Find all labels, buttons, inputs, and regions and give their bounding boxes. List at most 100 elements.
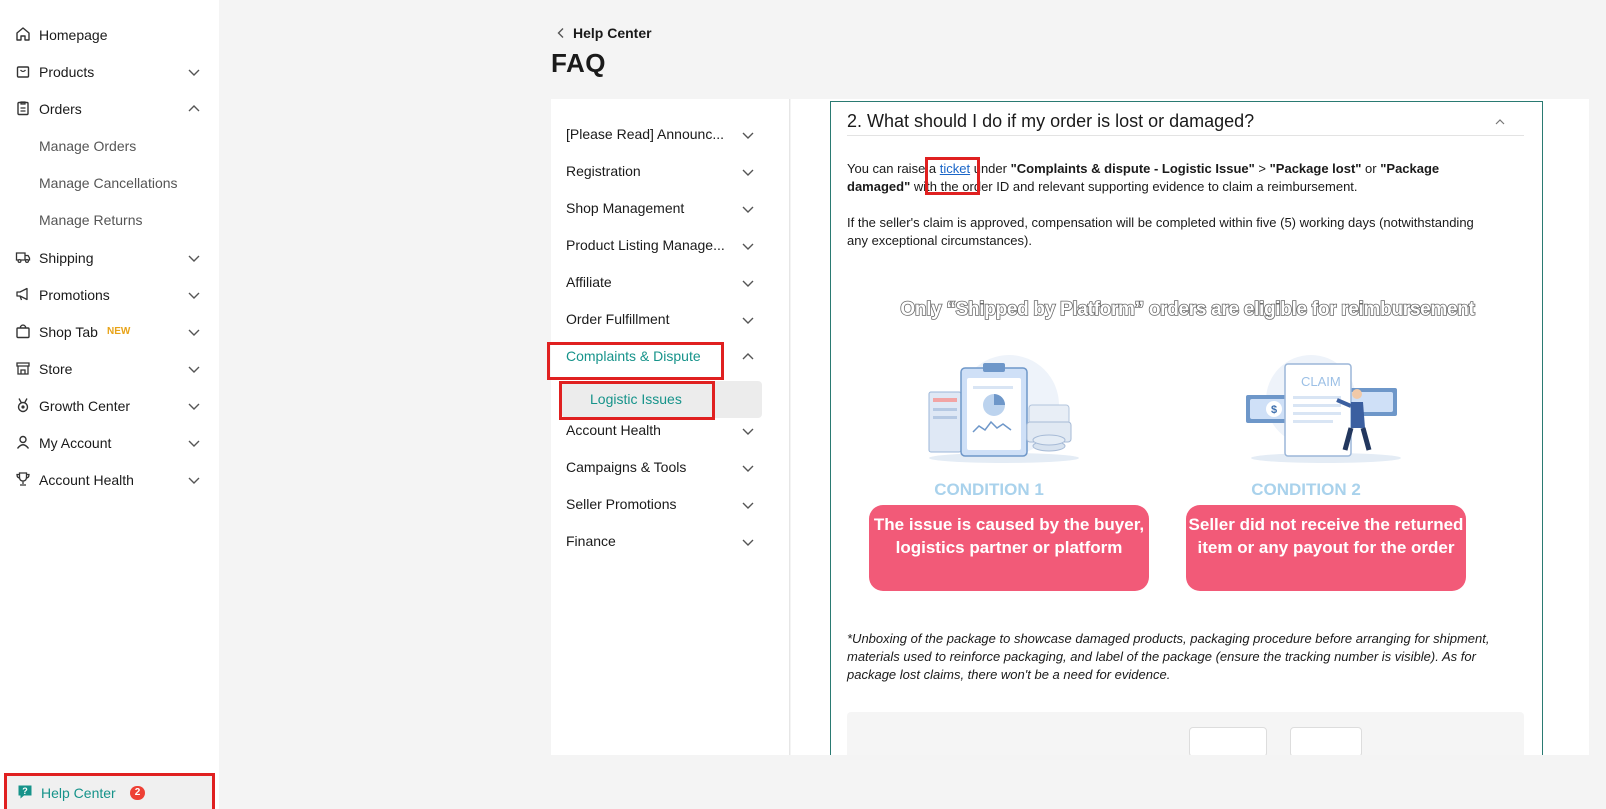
nav-growth-center[interactable]: Growth Center — [0, 387, 219, 424]
chevron-down-icon — [742, 206, 754, 213]
faq-category-finance[interactable]: Finance — [551, 523, 790, 560]
faq-category-label: Registration — [566, 163, 641, 179]
text: under — [970, 161, 1011, 176]
home-icon — [16, 27, 30, 41]
faq-category-label: Seller Promotions — [566, 496, 677, 512]
chevron-down-icon — [742, 539, 754, 546]
chevron-down-icon — [188, 403, 200, 410]
notification-badge: 2 — [130, 786, 145, 800]
nav-shop-tab[interactable]: Shop Tab NEW — [0, 313, 219, 350]
chevron-down-icon — [742, 132, 754, 139]
chevron-left-icon — [557, 28, 564, 38]
nav-homepage[interactable]: Homepage — [0, 16, 219, 53]
nav-promotions[interactable]: Promotions — [0, 276, 219, 313]
faq-category-product-listing[interactable]: Product Listing Manage... — [551, 227, 790, 264]
nav-label: Orders — [39, 100, 82, 117]
bold-text: "Complaints & dispute - Logistic Issue" — [1010, 161, 1255, 176]
store-icon — [16, 362, 30, 375]
nav-label: Growth Center — [39, 397, 131, 414]
nav-label: Homepage — [39, 26, 108, 43]
chevron-down-icon — [188, 440, 200, 447]
faq-category-label: Finance — [566, 533, 616, 549]
faq-category-order-fulfillment[interactable]: Order Fulfillment — [551, 301, 790, 338]
chevron-down-icon — [188, 255, 200, 262]
faq-subcategory-logistic-issues[interactable]: Logistic Issues — [562, 381, 762, 418]
faq-category-campaigns-tools[interactable]: Campaigns & Tools — [551, 449, 790, 486]
nav-account-health[interactable]: Account Health — [0, 461, 219, 498]
answer-paragraph-2: If the seller's claim is approved, compe… — [847, 215, 1474, 248]
not-helpful-button[interactable] — [1290, 727, 1362, 755]
chevron-down-icon — [188, 477, 200, 484]
user-icon — [16, 435, 30, 449]
faq-category-label: Account Health — [566, 422, 661, 438]
sidebar: Homepage Products Orders Manage Orders M… — [0, 0, 219, 809]
megaphone-icon — [16, 287, 28, 301]
answer-paragraph-1: You can raise a ticket under "Complaints… — [847, 160, 1497, 196]
faq-subcategory-label: Logistic Issues — [590, 391, 682, 407]
helpful-button[interactable] — [1189, 727, 1267, 755]
svg-text:?: ? — [22, 786, 28, 796]
condition-2-box: Seller did not receive the returned item… — [1186, 505, 1466, 591]
chevron-down-icon — [742, 169, 754, 176]
nav-manage-cancellations[interactable]: Manage Cancellations — [0, 165, 219, 202]
clipboard-icon — [17, 101, 29, 116]
nav-manage-returns[interactable]: Manage Returns — [0, 202, 219, 239]
claim-label: CLAIM — [1301, 374, 1341, 389]
back-link-label: Help Center — [573, 25, 652, 41]
help-center-button[interactable]: ? Help Center 2 — [4, 773, 215, 809]
shop-bag-icon — [16, 324, 30, 339]
nav-label: Promotions — [39, 286, 110, 303]
condition-1-box: The issue is caused by the buyer, logist… — [869, 505, 1149, 591]
nav-label: Products — [39, 63, 95, 80]
nav-label: Shipping — [39, 249, 94, 266]
nav-orders[interactable]: Orders — [0, 90, 219, 127]
help-chat-icon: ? — [18, 785, 32, 799]
nav-sub-label: Manage Orders — [39, 138, 137, 154]
condition-1-title: CONDITION 1 — [934, 480, 1044, 499]
nav-manage-orders[interactable]: Manage Orders — [0, 128, 219, 165]
question-title: 2. What should I do if my order is lost … — [847, 111, 1255, 131]
divider — [847, 135, 1524, 136]
evidence-footnote: *Unboxing of the package to showcase dam… — [847, 631, 1490, 682]
faq-category-affiliate[interactable]: Affiliate — [551, 264, 790, 301]
nav-products[interactable]: Products — [0, 53, 219, 90]
nav-store[interactable]: Store — [0, 350, 219, 387]
nav-sub-label: Manage Cancellations — [39, 175, 178, 191]
faq-category-complaints-dispute[interactable]: Complaints & Dispute — [551, 338, 790, 375]
bold-text: "Package lost" — [1269, 161, 1362, 176]
faq-category-label: [Please Read] Announc... — [566, 126, 724, 142]
svg-text:$: $ — [1271, 404, 1277, 416]
faq-article: 2. What should I do if my order is lost … — [830, 101, 1543, 755]
faq-category-label: Campaigns & Tools — [566, 459, 687, 475]
trophy-icon — [16, 472, 30, 486]
text: > — [1254, 161, 1270, 176]
nav-label: Account Health — [39, 471, 134, 488]
faq-category-registration[interactable]: Registration — [551, 153, 790, 190]
medal-icon — [17, 398, 29, 413]
nav-my-account[interactable]: My Account — [0, 424, 219, 461]
back-to-help-center-link[interactable]: Help Center — [555, 24, 652, 42]
text: or — [1361, 161, 1381, 176]
chevron-up-icon[interactable] — [1494, 116, 1506, 128]
faq-category-label: Complaints & Dispute — [566, 348, 701, 364]
chevron-up-icon — [742, 353, 754, 360]
chevron-down-icon — [188, 292, 200, 299]
truck-icon — [15, 252, 31, 264]
text: with the order ID and relevant supportin… — [910, 179, 1358, 194]
condition-2-title: CONDITION 2 — [1251, 480, 1361, 499]
chevron-down-icon — [742, 428, 754, 435]
chevron-up-icon — [188, 105, 200, 112]
chevron-down-icon — [742, 502, 754, 509]
chevron-down-icon — [742, 243, 754, 250]
nav-shipping[interactable]: Shipping — [0, 239, 219, 276]
ticket-link[interactable]: ticket — [940, 161, 970, 176]
faq-category-announcements[interactable]: [Please Read] Announc... — [551, 116, 790, 153]
faq-category-label: Product Listing Manage... — [566, 237, 725, 253]
faq-category-shop-management[interactable]: Shop Management — [551, 190, 790, 227]
faq-category-label: Shop Management — [566, 200, 685, 216]
faq-category-panel: [Please Read] Announc... Registration Sh… — [551, 99, 790, 755]
help-center-label: Help Center — [41, 785, 116, 801]
infographic-title: Only “Shipped by Platform” orders are el… — [900, 298, 1476, 321]
faq-category-seller-promotions[interactable]: Seller Promotions — [551, 486, 790, 523]
chevron-down-icon — [742, 317, 754, 324]
